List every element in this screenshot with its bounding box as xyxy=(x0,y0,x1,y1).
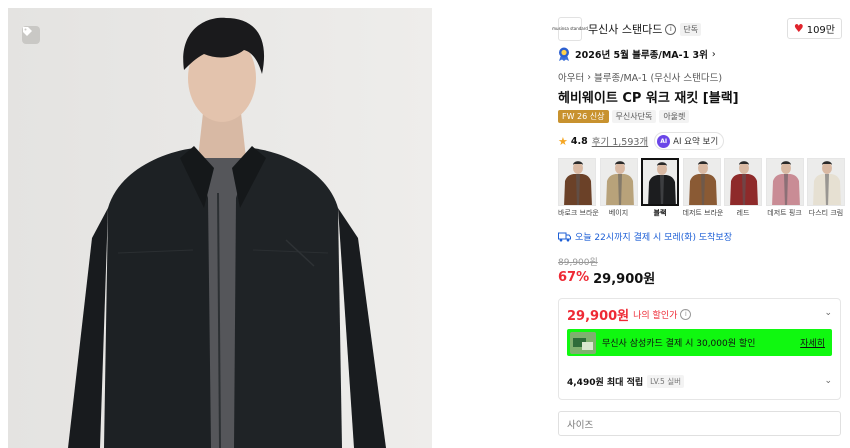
ranking-medal-icon xyxy=(559,47,569,61)
brand-name[interactable]: 무신사 스탠다드 xyxy=(588,21,662,37)
color-swatch-label: 바로크 브라운 xyxy=(558,209,599,217)
benefit-box: 29,900원 나의 할인가 i ⌄ 무신사 삼성카드 결제 시 30,000원… xyxy=(558,298,841,400)
badge-exclusive: 무신사단독 xyxy=(611,110,657,123)
color-swatch-image xyxy=(641,158,679,206)
badge-outlet: 아울렛 xyxy=(659,110,690,123)
ranking-text: 2026년 5월 블루종/MA-1 3위 xyxy=(575,50,708,61)
star-icon: ★ xyxy=(558,134,568,148)
model-illustration xyxy=(8,8,432,448)
size-select-placeholder: 사이즈 xyxy=(567,419,594,431)
rating-row: ★ 4.8 후기 1,593개 AI AI 요약 보기 xyxy=(558,132,725,150)
product-photo[interactable] xyxy=(8,8,432,448)
info-icon[interactable]: i xyxy=(665,23,677,35)
badges-row: FW 26 신상 무신사단독 아울렛 xyxy=(558,110,690,123)
ai-summary-button[interactable]: AI AI 요약 보기 xyxy=(654,132,725,150)
brand-row: musinsa standard 무신사 스탠다드 i 단독 xyxy=(552,17,702,41)
max-points: 4,490원 최대 적립 xyxy=(567,378,644,388)
brand-logo[interactable]: musinsa standard xyxy=(552,17,588,41)
info-icon[interactable]: i xyxy=(680,309,692,320)
color-swatch[interactable]: 블랙 xyxy=(641,158,679,218)
card-promo-image xyxy=(570,331,596,354)
product-info-panel: musinsa standard 무신사 스탠다드 i 단독 ♥ 109만 20… xyxy=(548,0,850,448)
color-swatch-image xyxy=(558,158,596,206)
color-swatch-image xyxy=(599,158,638,206)
breadcrumb-sep: › xyxy=(587,71,592,83)
member-level-badge: LV.5 실버 xyxy=(647,375,684,388)
like-count: 109만 xyxy=(806,25,835,36)
delivery-row: 오늘 22시까지 결제 시 모레(화) 도착보장 xyxy=(558,230,732,243)
breadcrumb-category[interactable]: 아우터 xyxy=(558,70,584,84)
ai-summary-label: AI 요약 보기 xyxy=(673,137,719,147)
like-button[interactable]: ♥ 109만 xyxy=(786,18,842,39)
delivery-text: 오늘 22시까지 결제 시 모레(화) 도착보장 xyxy=(575,233,732,243)
color-swatch-image xyxy=(682,158,721,206)
product-title-row: 헤비웨이트 CP 워크 재킷 [블랙] xyxy=(558,87,739,106)
badge-new-season: FW 26 신상 xyxy=(558,110,609,123)
color-swatch[interactable]: 레드 xyxy=(724,158,762,218)
color-options: 바로크 브라운 베이지 블랙 데저트 브라운 레드 데저트 핑크 다스티 크림 xyxy=(558,158,850,222)
tag-icon[interactable] xyxy=(22,26,40,44)
final-price: 29,900원 xyxy=(593,272,656,287)
color-swatch[interactable]: 다스티 크림 xyxy=(807,158,845,218)
promo-details-link[interactable]: 자세히 xyxy=(800,336,825,349)
color-swatch[interactable]: 데저트 핑크 xyxy=(765,158,804,218)
chevron-right-icon: › xyxy=(711,48,716,60)
color-swatch-image xyxy=(807,158,845,206)
heart-icon: ♥ xyxy=(793,22,804,35)
color-swatch[interactable]: 데저트 브라운 xyxy=(682,158,724,218)
price-row: 67% 29,900원 xyxy=(558,268,655,287)
card-promo-text: 무신사 삼성카드 결제 시 30,000원 할인 xyxy=(602,339,756,349)
review-link[interactable]: 후기 1,593개 xyxy=(592,134,648,148)
original-price: 89,900원 xyxy=(558,258,598,268)
color-swatch-label: 다스티 크림 xyxy=(808,209,844,217)
card-promo-banner[interactable]: 무신사 삼성카드 결제 시 30,000원 할인 자세히 xyxy=(567,329,832,356)
original-price-row: 89,900원 xyxy=(558,255,598,268)
breadcrumb-subcategory[interactable]: 블루종/MA-1 (무신사 스탠다드) xyxy=(594,70,722,84)
truck-icon xyxy=(558,232,571,241)
exclusive-badge: 단독 xyxy=(680,22,702,36)
color-swatch-label: 블랙 xyxy=(653,209,667,217)
my-price-label: 나의 할인가 xyxy=(633,311,678,321)
color-swatch-image xyxy=(724,158,762,206)
my-price: 29,900원 xyxy=(567,309,630,324)
ai-icon: AI xyxy=(657,134,671,148)
chevron-down-icon[interactable]: ⌄ xyxy=(824,376,832,386)
color-swatch-image xyxy=(765,158,804,206)
breadcrumb: 아우터 › 블루종/MA-1 (무신사 스탠다드) xyxy=(558,70,722,85)
color-swatch-label: 데저트 핑크 xyxy=(767,209,802,217)
rating-score: 4.8 xyxy=(570,135,588,147)
product-title: 헤비웨이트 CP 워크 재킷 [블랙] xyxy=(558,91,739,106)
color-swatch-label: 데저트 브라운 xyxy=(682,209,724,217)
discount-rate: 67% xyxy=(558,270,590,285)
ranking-link[interactable]: 2026년 5월 블루종/MA-1 3위 › xyxy=(558,47,716,61)
color-swatch[interactable]: 베이지 xyxy=(599,158,638,218)
chevron-down-icon[interactable]: ⌄ xyxy=(824,308,832,318)
points-row[interactable]: 4,490원 최대 적립 LV.5 실버 xyxy=(567,375,684,388)
my-price-row[interactable]: 29,900원 나의 할인가 i xyxy=(567,305,692,324)
color-swatch-label: 레드 xyxy=(736,209,750,217)
size-select[interactable]: 사이즈 xyxy=(558,411,841,436)
color-swatch[interactable]: 바로크 브라운 xyxy=(558,158,599,218)
color-swatch-label: 베이지 xyxy=(608,209,629,217)
